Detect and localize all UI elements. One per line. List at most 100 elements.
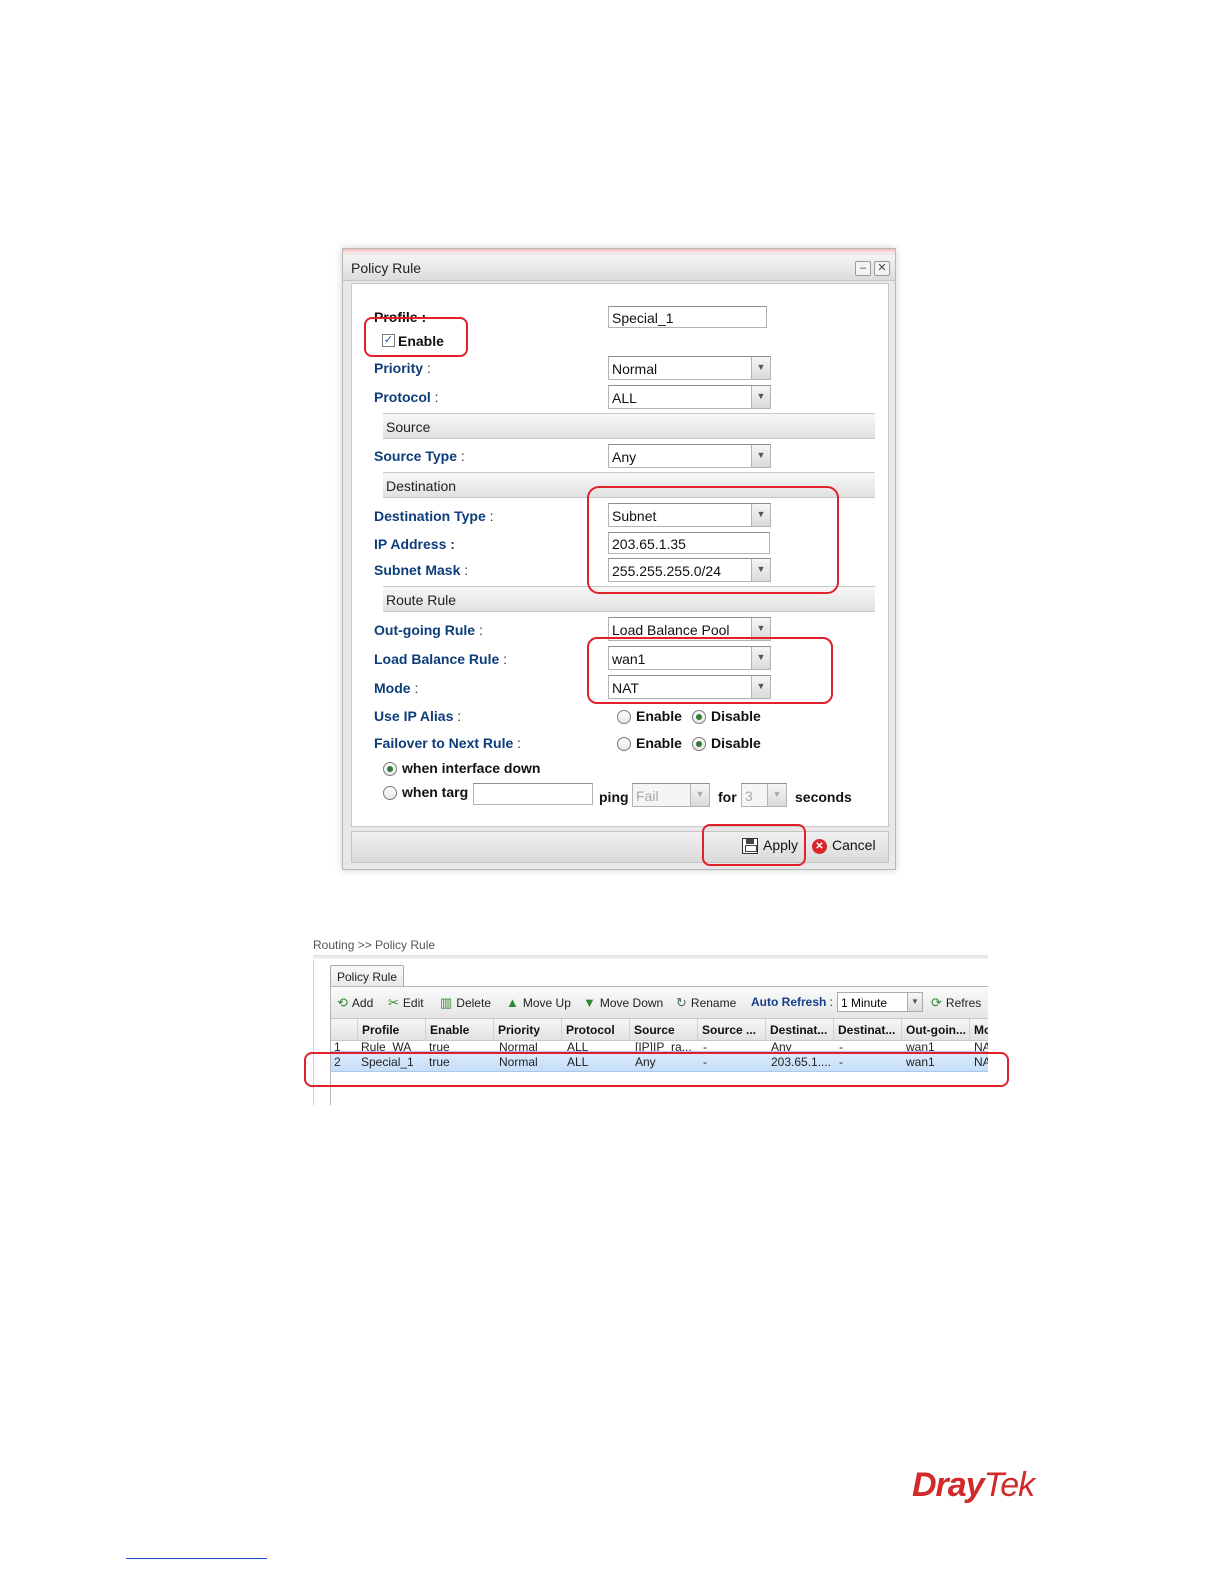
when-interface-down-radio[interactable]: [383, 762, 397, 776]
ip-alias-disable-label: Disable: [711, 708, 761, 724]
rename-button[interactable]: ↻ Rename: [676, 995, 736, 1011]
column-header[interactable]: Profile: [357, 1019, 425, 1041]
chevron-down-icon[interactable]: ▼: [751, 386, 770, 408]
ping-select[interactable]: Fail ▼: [632, 783, 710, 807]
column-header[interactable]: Source: [629, 1019, 697, 1041]
chevron-down-icon[interactable]: ▼: [751, 445, 770, 467]
dialog-titlebar[interactable]: Policy Rule – ✕: [343, 255, 895, 281]
table-cell: ALL: [567, 1055, 589, 1069]
close-icon[interactable]: ✕: [874, 261, 890, 276]
breadcrumb: Routing >> Policy Rule: [313, 938, 436, 952]
grid-toolbar: ⟲ Add ✂ Edit ▥ Delete ▲ Move Up ▼ Move Down ↻…: [331, 987, 988, 1019]
delete-button[interactable]: ▥ Delete: [440, 995, 491, 1011]
chevron-down-icon[interactable]: ▼: [751, 357, 770, 379]
refresh-interval-select[interactable]: 1 Minute ▼: [837, 992, 923, 1012]
table-row[interactable]: 1 Rule_WA true Normal ALL [IP]IP_ra... -…: [331, 1041, 988, 1051]
column-header[interactable]: Enable: [425, 1019, 493, 1041]
ip-alias-enable-radio[interactable]: [617, 710, 631, 724]
priority-select[interactable]: Normal ▼: [608, 356, 771, 380]
move-down-button[interactable]: ▼ Move Down: [583, 995, 663, 1010]
ping-label: ping: [599, 789, 629, 805]
column-header[interactable]: Out-goin...: [901, 1019, 969, 1041]
enable-checkbox[interactable]: ✓: [382, 334, 395, 347]
destination-type-select[interactable]: Subnet ▼: [608, 503, 771, 527]
chevron-down-icon[interactable]: ▼: [767, 784, 786, 806]
profile-input[interactable]: Special_1: [608, 306, 767, 328]
chevron-down-icon[interactable]: ▼: [751, 559, 770, 581]
column-header[interactable]: Source ...: [697, 1019, 765, 1041]
protocol-label: Protocol :: [374, 389, 439, 405]
mode-select[interactable]: NAT ▼: [608, 675, 771, 699]
chevron-down-icon[interactable]: ▼: [907, 993, 922, 1011]
profile-label: Profile :: [374, 309, 427, 325]
for-seconds-select[interactable]: 3 ▼: [741, 783, 787, 807]
destination-type-label: Destination Type :: [374, 508, 494, 524]
protocol-select[interactable]: ALL ▼: [608, 385, 771, 409]
use-ip-alias-label: Use IP Alias :: [374, 708, 462, 724]
table-cell: -: [703, 1055, 707, 1069]
move-up-button[interactable]: ▲ Move Up: [506, 995, 571, 1010]
delete-label: Delete: [456, 996, 491, 1010]
cancel-label: Cancel: [832, 837, 876, 853]
apply-button[interactable]: Apply: [738, 837, 802, 861]
protocol-label-text: Protocol: [374, 389, 431, 405]
table-cell: 1: [334, 1041, 341, 1051]
priority-label: Priority :: [374, 360, 431, 376]
cancel-button[interactable]: ✕ Cancel: [808, 837, 880, 861]
chevron-down-icon[interactable]: ▼: [751, 504, 770, 526]
column-header[interactable]: Protocol: [561, 1019, 629, 1041]
failover-disable-radio[interactable]: [692, 737, 706, 751]
chevron-down-icon[interactable]: ▼: [751, 676, 770, 698]
policy-rule-dialog: Policy Rule – ✕ Profile : Special_1 ✓ En…: [342, 248, 896, 870]
ip-alias-disable-radio[interactable]: [692, 710, 706, 724]
mode-value: NAT: [612, 680, 639, 696]
column-header[interactable]: Destinat...: [765, 1019, 833, 1041]
chevron-down-icon[interactable]: ▼: [751, 647, 770, 669]
auto-refresh-text: Auto Refresh: [751, 995, 827, 1009]
use-ip-alias-label-text: Use IP Alias: [374, 708, 454, 724]
source-section-header: Source: [383, 413, 875, 439]
table-cell: 2: [334, 1055, 341, 1069]
brand-name-b: Tek: [983, 1466, 1036, 1504]
rename-icon: ↻: [676, 995, 687, 1010]
table-cell: NA: [974, 1055, 988, 1069]
priority-value: Normal: [612, 361, 658, 377]
chevron-down-icon[interactable]: ▼: [690, 784, 709, 806]
ip-address-input[interactable]: 203.65.1.35: [608, 532, 770, 554]
column-header[interactable]: Mo: [969, 1019, 988, 1041]
table-cell: Normal: [499, 1041, 538, 1051]
refresh-label: Refres: [945, 996, 982, 1010]
subnet-mask-label: Subnet Mask :: [374, 562, 469, 578]
failover-enable-radio[interactable]: [617, 737, 631, 751]
load-balance-rule-value: wan1: [612, 651, 646, 667]
table-row-selected[interactable]: 2 Special_1 true Normal ALL Any - 203.65…: [331, 1051, 988, 1072]
table-cell: Normal: [499, 1055, 538, 1069]
column-header[interactable]: Destinat...: [833, 1019, 901, 1041]
when-target-radio[interactable]: [383, 786, 397, 800]
target-input[interactable]: [473, 783, 593, 805]
add-button[interactable]: ⟲ Add: [337, 995, 373, 1011]
destination-section-header: Destination: [383, 472, 875, 498]
minimize-icon[interactable]: –: [855, 261, 871, 276]
load-balance-rule-select[interactable]: wan1 ▼: [608, 646, 771, 670]
edit-label: Edit: [402, 996, 424, 1010]
column-header-index: [331, 1019, 357, 1041]
protocol-value: ALL: [612, 390, 637, 406]
outgoing-rule-select[interactable]: Load Balance Pool ▼: [608, 617, 771, 641]
table-cell: -: [839, 1055, 843, 1069]
chevron-down-icon[interactable]: ▼: [751, 618, 770, 640]
footer-link-underline: [126, 1558, 267, 1559]
refresh-button[interactable]: ⟳ Refres: [931, 995, 981, 1011]
outgoing-rule-label: Out-going Rule :: [374, 622, 483, 638]
source-type-select[interactable]: Any ▼: [608, 444, 771, 468]
add-icon: ⟲: [337, 995, 348, 1010]
table-cell: NA: [974, 1041, 988, 1051]
column-header[interactable]: Priority: [493, 1019, 561, 1041]
mode-label-text: Mode: [374, 680, 411, 696]
edit-button[interactable]: ✂ Edit: [388, 995, 424, 1011]
table-cell: 203.65.1....: [771, 1055, 832, 1069]
when-target-label: when targ: [402, 784, 469, 800]
tab-policy-rule[interactable]: Policy Rule: [330, 965, 405, 987]
policy-rule-grid: ⟲ Add ✂ Edit ▥ Delete ▲ Move Up ▼ Move Down ↻…: [330, 986, 988, 1105]
subnet-mask-select[interactable]: 255.255.255.0/24 ▼: [608, 558, 771, 582]
